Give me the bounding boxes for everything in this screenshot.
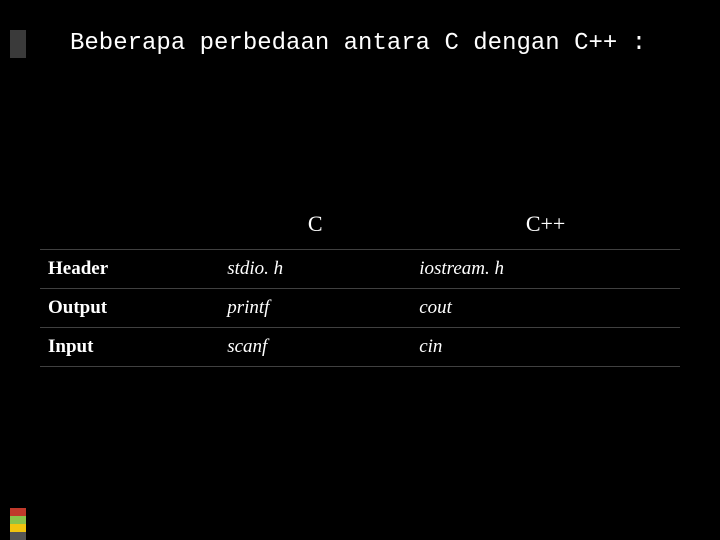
cell-cpp-header: iostream. h [411, 250, 680, 289]
cell-c-header: stdio. h [219, 250, 411, 289]
accent-segment-red [10, 508, 26, 516]
row-label-header: Header [40, 250, 219, 289]
table-row: Output printf cout [40, 289, 680, 328]
comparison-table: C C++ Header stdio. h iostream. h Output… [40, 205, 680, 367]
accent-bar-bottom [10, 508, 26, 540]
slide: Beberapa perbedaan antara C dengan C++ :… [0, 0, 720, 540]
table-row: Header stdio. h iostream. h [40, 250, 680, 289]
col-header-cpp: C++ [411, 205, 680, 250]
cell-cpp-input: cin [411, 328, 680, 367]
cell-c-output: printf [219, 289, 411, 328]
col-header-c: C [219, 205, 411, 250]
row-label-output: Output [40, 289, 219, 328]
accent-segment-grey [10, 532, 26, 540]
accent-segment-green [10, 516, 26, 524]
slide-title: Beberapa perbedaan antara C dengan C++ : [70, 30, 680, 57]
table-header-row: C C++ [40, 205, 680, 250]
accent-bar-top [10, 30, 26, 58]
col-header-blank [40, 205, 219, 250]
comparison-table-wrap: C C++ Header stdio. h iostream. h Output… [40, 205, 680, 367]
table-row: Input scanf cin [40, 328, 680, 367]
cell-c-input: scanf [219, 328, 411, 367]
cell-cpp-output: cout [411, 289, 680, 328]
row-label-input: Input [40, 328, 219, 367]
accent-segment-yellow [10, 524, 26, 532]
